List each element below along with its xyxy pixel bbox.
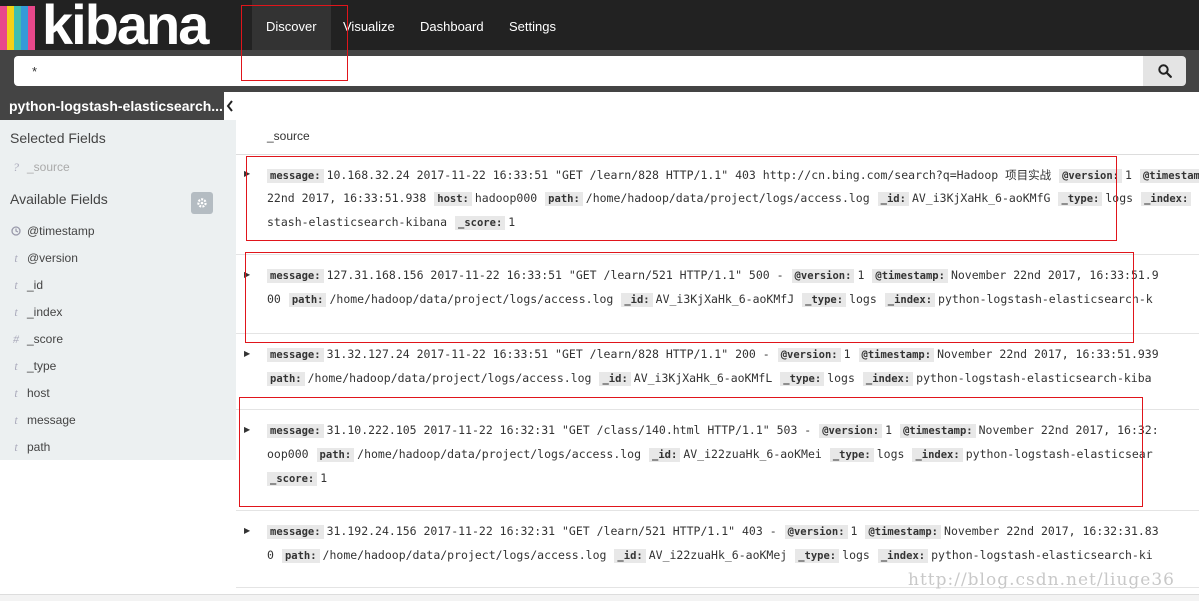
field-key: message: xyxy=(267,525,324,539)
logo-stripe xyxy=(7,6,14,50)
tab-dashboard[interactable]: Dashboard xyxy=(406,0,498,50)
horizontal-scrollbar[interactable] xyxy=(0,594,1199,601)
string-type-icon: t xyxy=(14,440,18,454)
field-value: 1 xyxy=(843,347,851,361)
field-item-id[interactable]: t _id xyxy=(0,274,236,296)
field-settings-button[interactable] xyxy=(191,192,213,214)
source-line: 0 path:/home/hadoop/data/project/logs/acc… xyxy=(267,548,1161,563)
field-value: python-logstash-elasticsearch-kiba xyxy=(916,371,1152,385)
string-type-icon: t xyxy=(14,359,18,373)
collapse-sidebar-button[interactable] xyxy=(224,92,236,120)
string-type-icon: t xyxy=(14,386,18,400)
row-divider xyxy=(236,510,1199,511)
field-item-score[interactable]: # _score xyxy=(0,328,236,350)
field-key: @timestamp: xyxy=(1139,169,1199,183)
field-value: 0 xyxy=(267,548,274,562)
fields-panel: Selected Fields ? _source Available Fiel… xyxy=(0,120,236,460)
field-value: 1 xyxy=(1125,168,1132,182)
field-key: _id: xyxy=(599,372,631,386)
field-value: python-logstash-elasticsearch-ki xyxy=(931,548,1153,562)
field-item-index[interactable]: t _index xyxy=(0,301,236,323)
field-value: November 22nd 2017, 16:33:51.939 xyxy=(937,347,1159,361)
source-line: message: 31.32.127.24 2017-11-22 16:33:51… xyxy=(267,347,1167,362)
search-button[interactable] xyxy=(1143,56,1186,86)
available-fields-title: Available Fields xyxy=(10,191,108,207)
field-value: AV_i22zuaHk_6-aoKMej xyxy=(648,548,788,562)
field-name: _type xyxy=(27,359,57,373)
field-name: @version xyxy=(27,251,78,265)
field-name: path xyxy=(27,440,51,454)
search-input[interactable] xyxy=(14,56,1143,86)
annotation-box xyxy=(239,397,1143,507)
field-value: /home/hadoop/data/project/logs/access.lo… xyxy=(307,371,592,385)
annotation-box xyxy=(245,252,1134,343)
number-type-icon: # xyxy=(13,332,19,346)
field-item-message[interactable]: t message xyxy=(0,409,236,431)
kibana-logo[interactable]: kibana xyxy=(0,0,236,56)
field-key: message: xyxy=(267,348,324,362)
field-key: @version: xyxy=(777,348,841,362)
field-item-version[interactable]: t @version xyxy=(0,247,236,269)
field-value: 31.192.24.156 2017-11-22 16:32:31 "GET /… xyxy=(326,524,777,538)
source-column-header[interactable]: _source xyxy=(267,129,310,143)
tab-settings[interactable]: Settings xyxy=(495,0,570,50)
field-item-timestamp[interactable]: @timestamp xyxy=(0,220,236,242)
field-key: path: xyxy=(281,549,320,563)
field-value: 31.32.127.24 2017-11-22 16:33:51 "GET /l… xyxy=(326,347,770,361)
field-sidebar: python-logstash-elasticsearch... Selecte… xyxy=(0,92,236,601)
field-name: _index xyxy=(27,305,63,319)
field-key: @version: xyxy=(784,525,848,539)
expand-caret-icon[interactable]: ▶ xyxy=(244,349,250,358)
annotation-box xyxy=(241,5,348,81)
unknown-type-icon: ? xyxy=(13,160,19,174)
field-key: _type: xyxy=(780,372,825,386)
field-key: _type: xyxy=(795,549,840,563)
field-value: logs xyxy=(827,371,855,385)
field-name: @timestamp xyxy=(27,224,95,238)
clock-icon xyxy=(10,220,22,243)
field-name: message xyxy=(27,413,76,427)
logo-stripe xyxy=(28,6,35,50)
field-value: 1 xyxy=(850,524,858,538)
field-key: _id: xyxy=(614,549,646,563)
field-item-path[interactable]: t path xyxy=(0,436,236,458)
field-value: November 22nd 2017, 16:32:31.83 xyxy=(944,524,1159,538)
field-key: @timestamp: xyxy=(858,348,935,362)
search-icon xyxy=(1157,64,1172,78)
chevron-left-icon xyxy=(226,100,233,112)
search-bar xyxy=(0,50,1199,92)
annotation-box xyxy=(246,156,1117,241)
field-item-host[interactable]: t host xyxy=(0,382,236,404)
string-type-icon: t xyxy=(14,278,18,292)
string-type-icon: t xyxy=(14,413,18,427)
logo-stripe xyxy=(14,6,21,50)
field-key: path: xyxy=(267,372,305,386)
field-value: logs xyxy=(842,548,870,562)
field-key: _index: xyxy=(1141,192,1192,206)
field-value: /home/hadoop/data/project/logs/access.lo… xyxy=(322,548,607,562)
source-line: path:/home/hadoop/data/project/logs/acce… xyxy=(267,371,1160,386)
field-key: _index: xyxy=(877,549,929,563)
field-key: @timestamp: xyxy=(865,525,942,539)
string-type-icon: t xyxy=(14,251,18,265)
field-value: AV_i3KjXaHk_6-aoKMfL xyxy=(633,371,773,385)
index-pattern-selector[interactable]: python-logstash-elasticsearch... xyxy=(0,92,224,120)
field-name: _score xyxy=(27,332,64,346)
field-name: host xyxy=(27,386,50,400)
field-name: _source xyxy=(27,160,70,174)
source-line: message: 31.192.24.156 2017-11-22 16:32:3… xyxy=(267,524,1167,539)
gear-icon xyxy=(197,198,207,208)
field-item-type[interactable]: t _type xyxy=(0,355,236,377)
string-type-icon: t xyxy=(14,305,18,319)
watermark: http://blog.csdn.net/liuge36 xyxy=(908,570,1175,590)
selected-fields-title: Selected Fields xyxy=(10,130,106,146)
logo-stripe xyxy=(0,6,7,50)
field-name: _id xyxy=(27,278,44,292)
field-key: _index: xyxy=(862,372,914,386)
field-item-source[interactable]: ? _source xyxy=(0,156,236,178)
logo-stripe xyxy=(21,6,28,50)
expand-caret-icon[interactable]: ▶ xyxy=(244,526,250,535)
divider xyxy=(236,154,1199,155)
top-navbar: kibana Discover Visualize Dashboard Sett… xyxy=(0,0,1199,56)
